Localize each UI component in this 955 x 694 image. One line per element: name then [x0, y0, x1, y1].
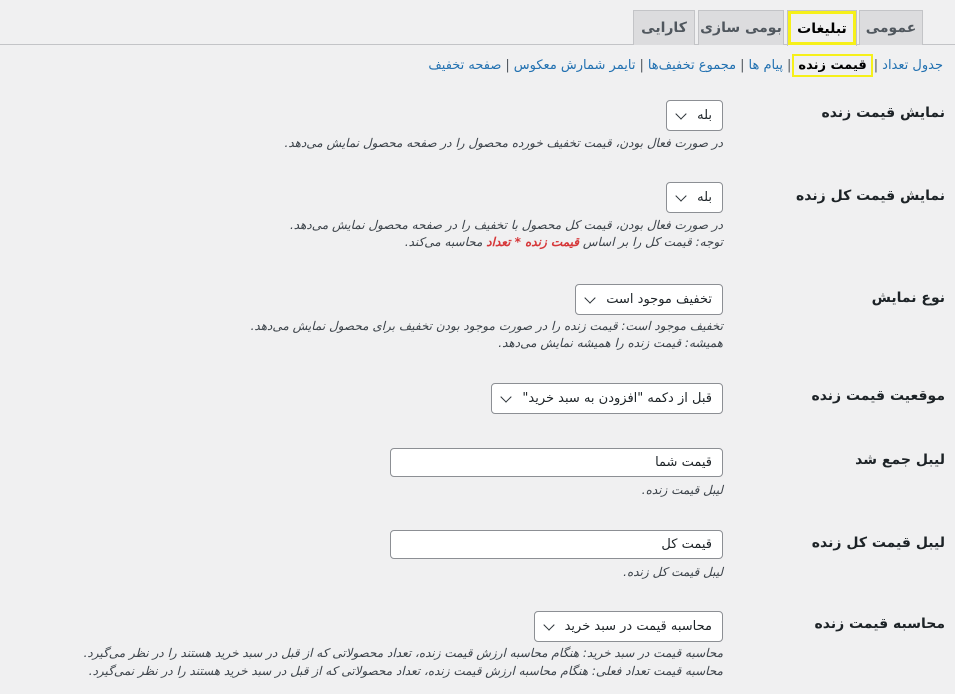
note-prefix: توجه: قیمت کل را بر اساس	[582, 235, 723, 249]
total-label-input[interactable]: قیمت کل	[390, 530, 723, 559]
total-label-label: لیبل قیمت کل زنده	[811, 535, 945, 551]
show-live-total-note: توجه: قیمت کل را بر اساس قیمت زنده * تعد…	[405, 234, 723, 251]
display-type-description-always: همیشه: قیمت زنده را همیشه نمایش می‌دهد.	[498, 336, 723, 350]
subnav-separator: |	[639, 57, 644, 73]
tab-promotions[interactable]: تبلیغات	[787, 10, 857, 46]
chevron-down-icon	[584, 291, 596, 304]
total-label-description: لیبل قیمت کل زنده.	[623, 565, 723, 579]
calc-value: محاسبه قیمت در سبد خرید	[564, 619, 712, 634]
display-type-label: نوع نمایش	[871, 290, 945, 306]
tab-localization[interactable]: بومی سازی	[698, 10, 784, 45]
tab-general[interactable]: عمومی	[859, 10, 923, 45]
show-live-price-description: در صورت فعال بودن، قیمت تخفیف خورده محصو…	[284, 136, 724, 150]
note-formula: قیمت زنده * تعداد	[486, 235, 579, 249]
chevron-down-icon	[675, 189, 687, 202]
calc-description-current: محاسبه قیمت تعداد فعلی: هنگام محاسبه ارز…	[88, 664, 723, 678]
section-subnav: جدول تعداد | قیمت زنده | پیام ها | مجموع…	[428, 53, 943, 77]
display-type-description: تخفیف موجود است: قیمت زنده را در صورت مو…	[250, 319, 723, 333]
display-type-value: تخفیف موجود است	[606, 292, 712, 307]
position-label: موقعیت قیمت زنده	[811, 388, 945, 404]
subnav-discount-totals[interactable]: مجموع تخفیف‌ها	[648, 58, 736, 73]
subnav-live-price[interactable]: قیمت زنده	[792, 53, 873, 77]
show-live-total-select[interactable]: بله	[666, 182, 723, 213]
show-live-price-value: بله	[697, 108, 712, 123]
show-live-price-label: نمایش قیمت زنده	[821, 105, 945, 121]
subtotal-label-label: لیبل جمع شد	[855, 452, 945, 468]
calc-select[interactable]: محاسبه قیمت در سبد خرید	[533, 611, 723, 642]
subnav-separator: |	[873, 57, 879, 73]
position-value: قبل از دکمه "افزودن به سبد خرید"	[522, 391, 712, 406]
subtotal-label-description: لیبل قیمت زنده.	[641, 483, 723, 497]
subnav-discount-page[interactable]: صفحه تخفیف	[428, 58, 501, 73]
show-live-price-select[interactable]: بله	[666, 100, 723, 131]
subnav-quantity-table[interactable]: جدول تعداد	[882, 58, 943, 73]
calc-label: محاسبه قیمت زنده	[814, 616, 946, 632]
chevron-down-icon	[500, 390, 513, 403]
show-live-total-value: بله	[697, 190, 712, 205]
tab-performance[interactable]: کارایی	[633, 10, 695, 45]
chevron-down-icon	[675, 107, 687, 120]
subnav-separator: |	[740, 57, 745, 73]
note-suffix: محاسبه می‌کند.	[404, 235, 483, 249]
show-live-total-description: در صورت فعال بودن، قیمت کل محصول با تخفی…	[289, 218, 723, 232]
show-live-total-label: نمایش قیمت کل زنده	[796, 188, 945, 204]
chevron-down-icon	[542, 618, 555, 631]
subnav-separator: |	[787, 57, 792, 73]
subnav-separator: |	[505, 57, 510, 73]
subnav-messages[interactable]: پیام ها	[749, 58, 784, 73]
subnav-countdown-timer[interactable]: تایمر شمارش معکوس	[514, 58, 636, 73]
display-type-select[interactable]: تخفیف موجود است	[575, 284, 723, 315]
subtotal-label-input[interactable]: قیمت شما	[390, 448, 723, 477]
calc-description-cart: محاسبه قیمت در سبد خرید: هنگام محاسبه ار…	[83, 646, 723, 660]
position-select[interactable]: قبل از دکمه "افزودن به سبد خرید"	[491, 383, 723, 414]
tab-bar: عمومی تبلیغات بومی سازی کارایی	[0, 0, 955, 46]
